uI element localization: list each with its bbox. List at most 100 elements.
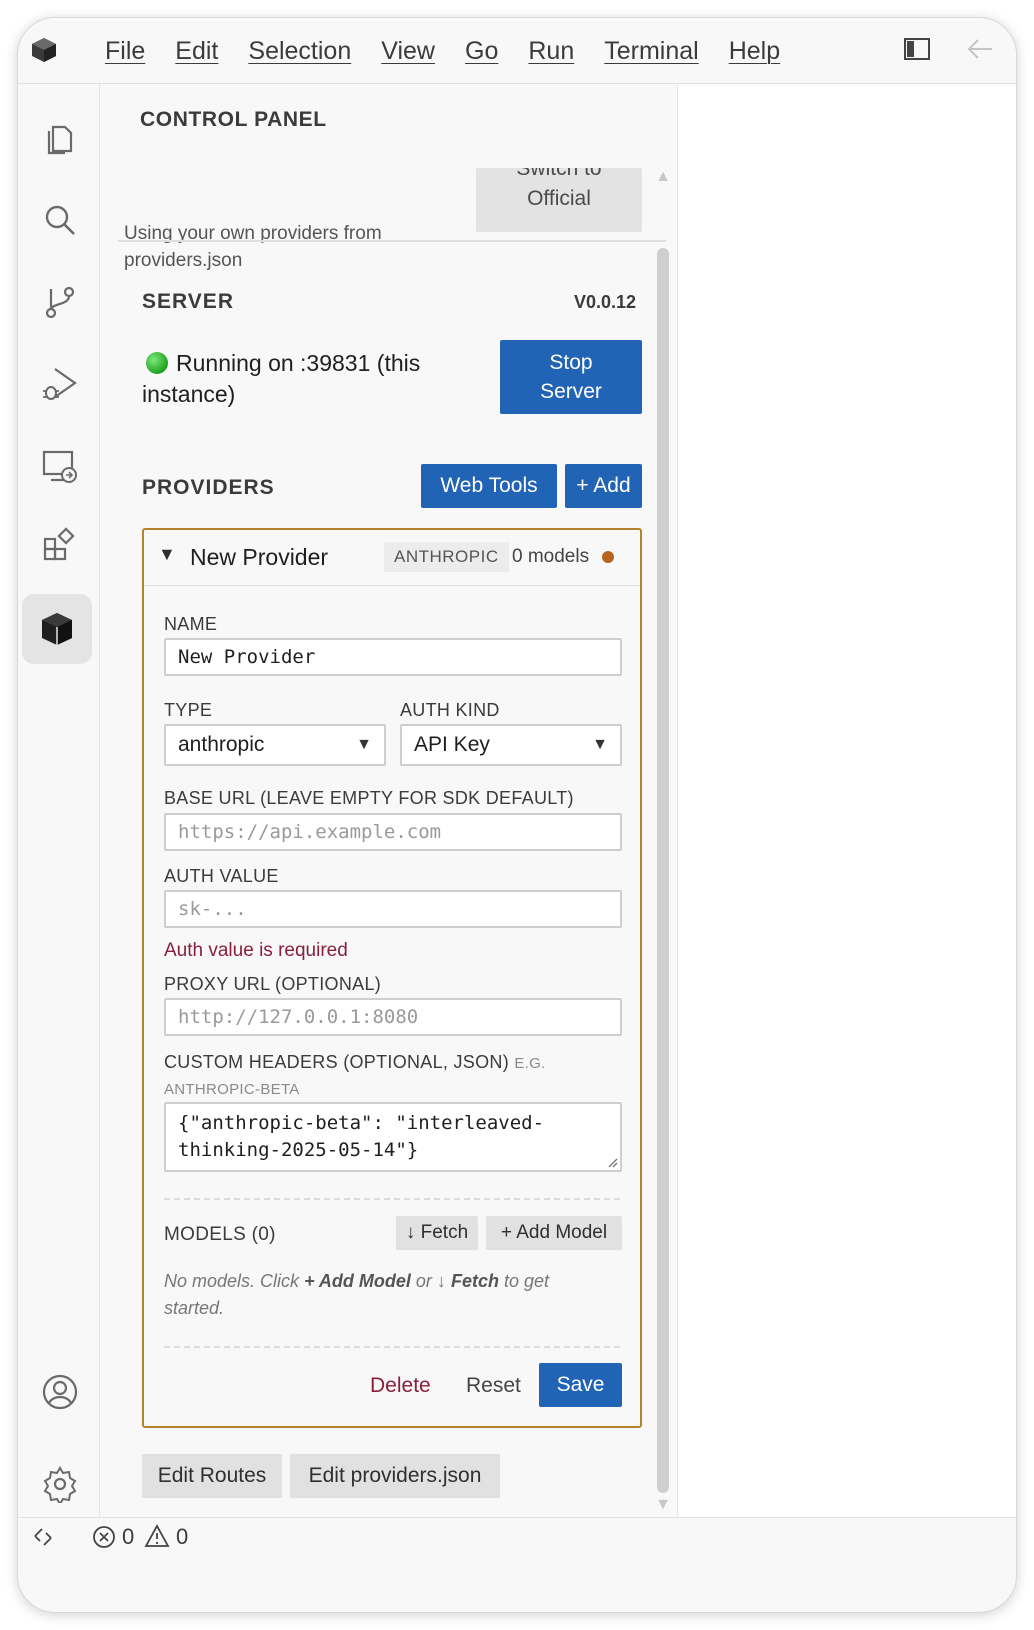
server-status: Running on :39831 (this instance)	[142, 348, 462, 410]
custom-headers-hint-2: ANTHROPIC-BETA	[164, 1081, 300, 1098]
edit-routes-button[interactable]: Edit Routes	[142, 1454, 282, 1498]
name-input[interactable]: New Provider	[164, 638, 622, 676]
switch-to-official-button[interactable]: Switch to Official	[476, 168, 642, 232]
empty-text-or: or ↓	[415, 1271, 446, 1291]
auth-kind-select-value: API Key	[414, 733, 490, 756]
menu-view[interactable]: View	[366, 33, 450, 69]
own-providers-notice: Using your own providers from providers.…	[124, 223, 382, 271]
auth-value-input[interactable]: sk-...	[164, 890, 622, 928]
headers-line-1: {"anthropic-beta": "interleaved-	[178, 1112, 545, 1134]
dropdown-arrow-icon: ▼	[356, 736, 372, 753]
custom-headers-textarea[interactable]: {"anthropic-beta": "interleaved- thinkin…	[164, 1102, 622, 1172]
reset-provider-button[interactable]: Reset	[466, 1374, 521, 1398]
providers-heading: PROVIDERS	[142, 476, 275, 499]
menu-help[interactable]: Help	[714, 33, 795, 69]
provider-card-header[interactable]: ▼ New Provider ANTHROPIC 0 models	[144, 530, 640, 586]
type-select[interactable]: anthropic ▼	[164, 724, 386, 766]
edit-providers-json-button[interactable]: Edit providers.json	[290, 1454, 500, 1498]
editor-area	[678, 84, 1016, 1517]
type-select-value: anthropic	[178, 733, 265, 756]
model-count: 0 models	[512, 546, 590, 567]
actions-divider	[164, 1346, 620, 1348]
running-status-dot	[146, 352, 168, 374]
empty-text-2: to get	[503, 1271, 550, 1291]
scroll-up-arrow-icon[interactable]: ▲	[654, 168, 672, 188]
toggle-sidebar-icon[interactable]	[904, 38, 930, 60]
menu-edit[interactable]: Edit	[160, 33, 233, 69]
models-divider	[164, 1198, 620, 1200]
scroll-down-arrow-icon[interactable]: ▼	[654, 1496, 672, 1516]
type-label: TYPE	[164, 700, 213, 720]
custom-headers-hint: E.G.	[514, 1055, 546, 1072]
name-label: NAME	[164, 614, 218, 634]
panel-title: CONTROL PANEL	[140, 108, 327, 131]
control-panel-sidebar: CONTROL PANEL Using your own providers f…	[100, 84, 678, 1517]
settings-gear-icon[interactable]	[32, 1456, 88, 1512]
server-heading: SERVER	[142, 290, 234, 313]
app-logo-icon	[32, 38, 56, 62]
empty-text-1: No models. Click	[164, 1271, 300, 1291]
source-control-icon[interactable]	[32, 274, 88, 330]
base-url-input[interactable]: https://api.example.com	[164, 813, 622, 851]
add-provider-button[interactable]: + Add	[565, 464, 642, 508]
menu-terminal[interactable]: Terminal	[589, 33, 713, 69]
provider-title: New Provider	[190, 544, 329, 570]
search-icon[interactable]	[32, 192, 88, 248]
proxy-url-label: PROXY URL (OPTIONAL)	[164, 974, 382, 994]
provider-cube-icon[interactable]	[22, 594, 92, 664]
switch-button-line2: Official	[527, 187, 591, 210]
menu-selection[interactable]: Selection	[233, 33, 366, 69]
scrollbar-thumb[interactable]	[657, 248, 669, 1493]
section-divider	[118, 240, 666, 242]
remote-explorer-icon[interactable]	[32, 438, 88, 494]
unsaved-indicator-dot	[602, 551, 614, 563]
fetch-models-button[interactable]: ↓ Fetch	[396, 1216, 478, 1250]
provider-card: ▼ New Provider ANTHROPIC 0 models NAME N…	[142, 528, 642, 1428]
stop-server-label-2: Server	[540, 380, 602, 403]
error-count[interactable]: 0	[122, 1524, 134, 1550]
auth-kind-label: AUTH KIND	[400, 700, 500, 720]
title-bar: File Edit Selection View Go Run Terminal…	[18, 18, 1016, 84]
account-icon[interactable]	[32, 1364, 88, 1420]
empty-add-model: + Add Model	[304, 1271, 411, 1291]
menu-run[interactable]: Run	[513, 33, 589, 69]
error-icon[interactable]	[92, 1525, 116, 1549]
activity-bar	[18, 84, 100, 1517]
menu-bar: File Edit Selection View Go Run Terminal…	[90, 33, 795, 69]
empty-text-3: started.	[164, 1298, 225, 1318]
server-status-text: Running on :39831 (this instance)	[142, 350, 421, 407]
warning-count[interactable]: 0	[176, 1524, 188, 1550]
add-model-button[interactable]: + Add Model	[486, 1216, 622, 1250]
stop-server-button[interactable]: Stop Server	[500, 340, 642, 414]
explorer-icon[interactable]	[32, 110, 88, 166]
status-bar: 0 0	[18, 1517, 1016, 1555]
empty-fetch: Fetch	[450, 1271, 499, 1291]
resize-handle-icon[interactable]	[606, 1156, 618, 1168]
stop-server-label-1: Stop	[549, 351, 593, 374]
proxy-url-input[interactable]: http://127.0.0.1:8080	[164, 998, 622, 1036]
auth-value-label: AUTH VALUE	[164, 866, 279, 886]
back-arrow-icon[interactable]	[966, 37, 994, 61]
vscode-window: File Edit Selection View Go Run Terminal…	[17, 17, 1017, 1613]
menu-go[interactable]: Go	[450, 33, 513, 69]
base-url-label: BASE URL (LEAVE EMPTY FOR SDK DEFAULT)	[164, 788, 574, 808]
delete-provider-button[interactable]: Delete	[370, 1374, 431, 1398]
menu-file[interactable]: File	[90, 33, 160, 69]
remote-indicator-icon[interactable]	[32, 1526, 54, 1548]
save-provider-button[interactable]: Save	[539, 1363, 622, 1407]
web-tools-button[interactable]: Web Tools	[421, 464, 557, 508]
extensions-icon[interactable]	[32, 518, 88, 574]
custom-headers-label-text: CUSTOM HEADERS (OPTIONAL, JSON)	[164, 1052, 510, 1072]
collapse-caret-icon[interactable]: ▼	[158, 544, 176, 565]
dropdown-arrow-icon: ▼	[592, 736, 608, 753]
provider-type-badge: ANTHROPIC	[384, 542, 509, 572]
models-label: MODELS (0)	[164, 1224, 276, 1245]
headers-line-2: thinking-2025-05-14"}	[178, 1139, 419, 1161]
switch-button-line1: Switch to	[516, 168, 602, 180]
server-version: V0.0.12	[574, 292, 637, 312]
auth-kind-select[interactable]: API Key ▼	[400, 724, 622, 766]
run-debug-icon[interactable]	[32, 356, 88, 412]
no-models-message: No models. Click + Add Model or ↓ Fetch …	[164, 1268, 594, 1322]
auth-value-error: Auth value is required	[164, 940, 348, 961]
warning-icon[interactable]	[144, 1524, 170, 1548]
